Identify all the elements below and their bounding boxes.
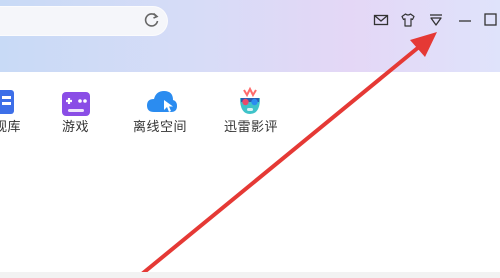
menu-dropdown-icon[interactable] — [428, 12, 444, 28]
movie-review-icon — [234, 84, 266, 114]
maximize-icon[interactable] — [483, 12, 499, 28]
refresh-icon[interactable] — [143, 11, 161, 29]
shirt-skin-icon[interactable] — [400, 12, 416, 28]
tile-label: 视库 — [0, 120, 22, 135]
horizontal-scrollbar[interactable] — [0, 272, 500, 278]
cloud-icon — [146, 88, 178, 116]
tile-label: 离线空间 — [133, 120, 188, 135]
mail-icon[interactable] — [373, 12, 389, 28]
tile-label: 游戏 — [62, 120, 90, 135]
minimize-icon[interactable] — [457, 12, 473, 28]
video-library-icon — [0, 88, 16, 116]
game-icon — [60, 90, 92, 118]
tile-label: 迅雷影评 — [224, 120, 279, 135]
